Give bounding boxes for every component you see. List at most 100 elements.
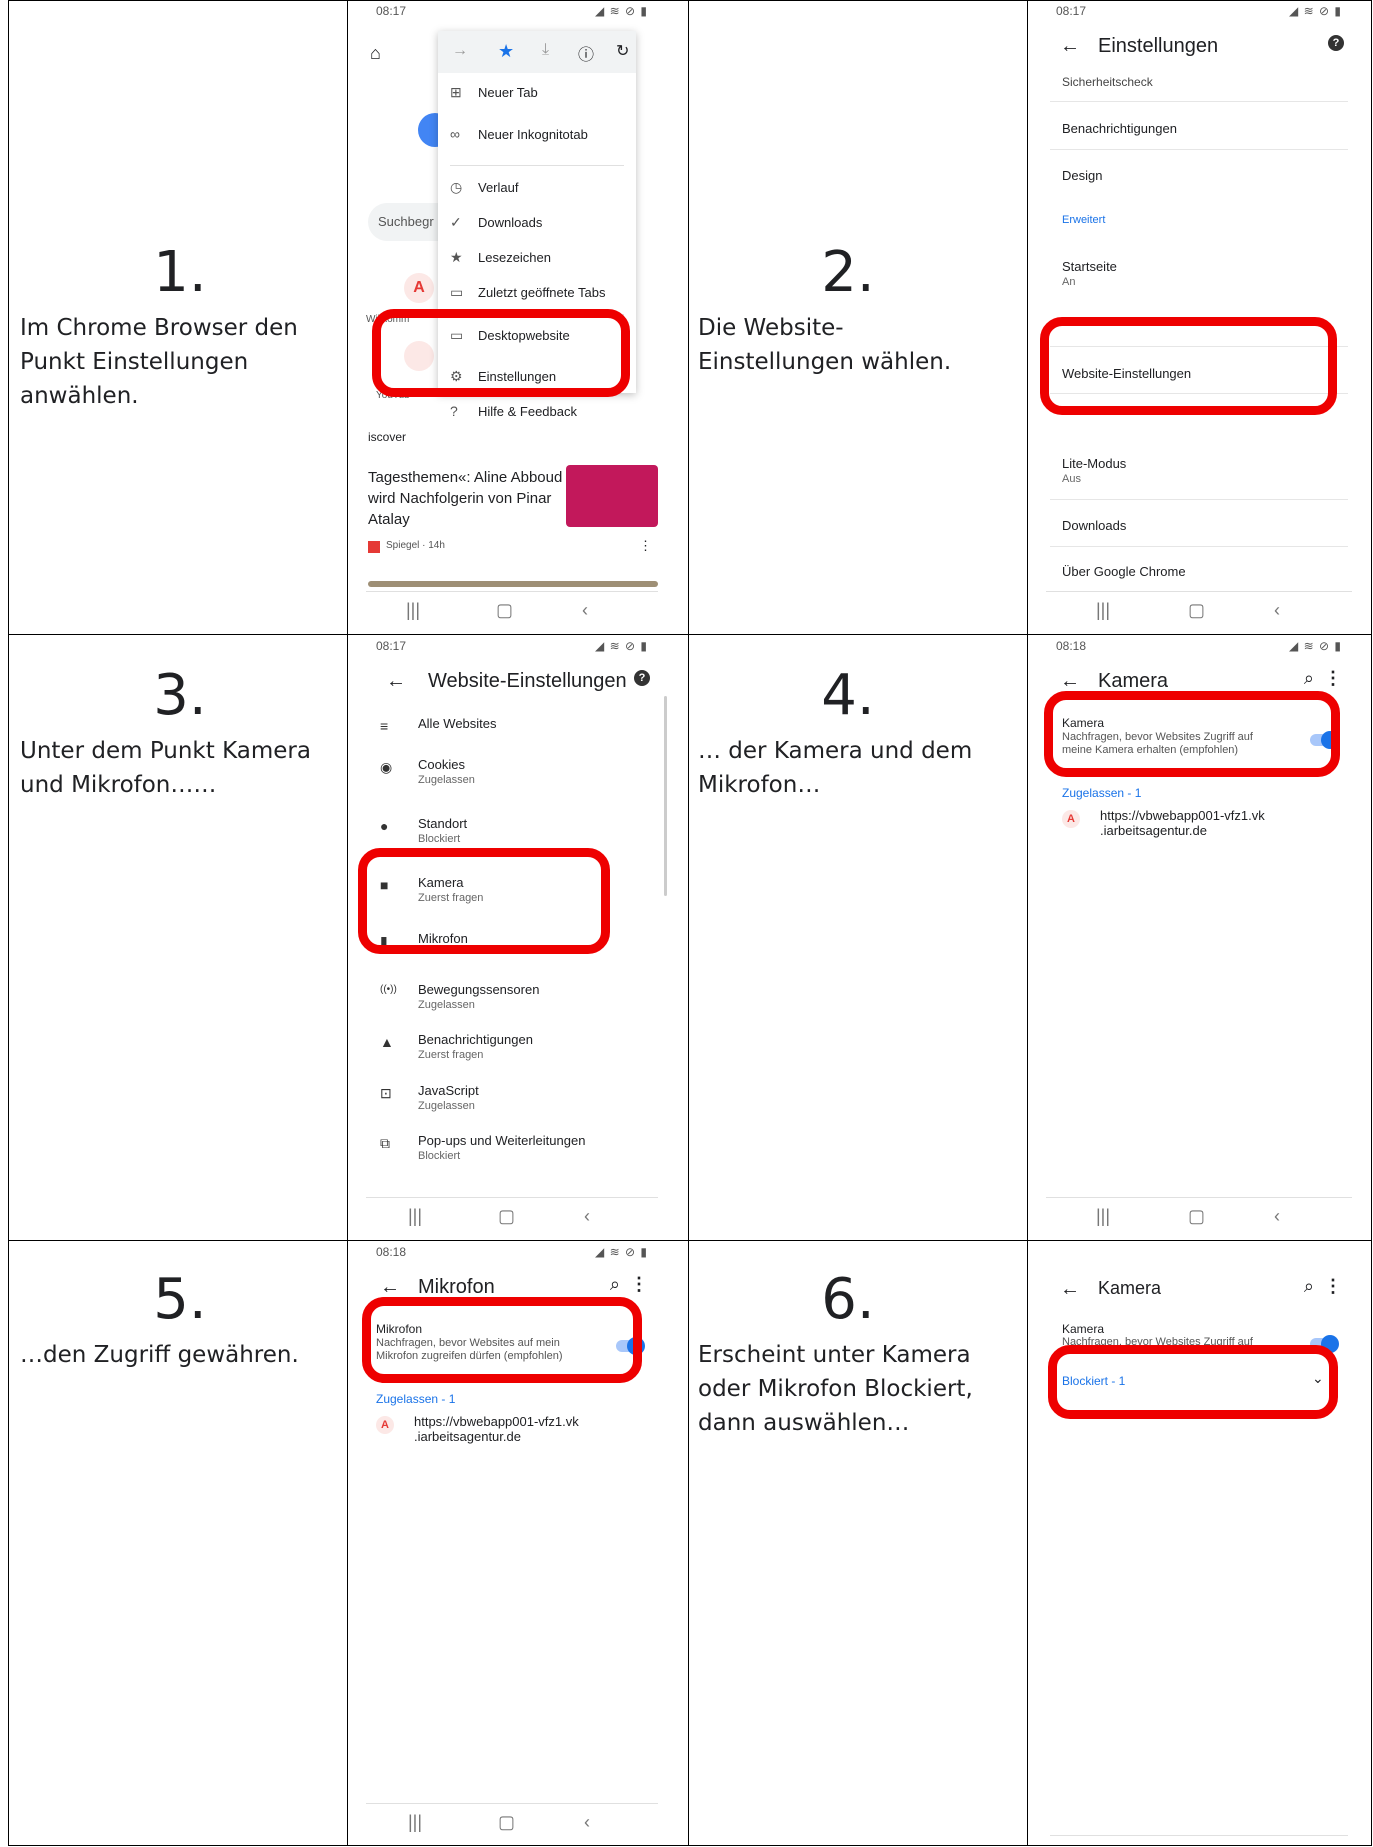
menu-item-recent-tabs[interactable]: ▭ Zuletzt geöffnete Tabs xyxy=(450,284,605,301)
step-description: Erscheint unter Kamera oder Mikrofon Blo… xyxy=(698,1342,973,1436)
android-nav-bar: ||| ▢ ‹ xyxy=(366,1803,658,1844)
site-url[interactable]: https://vbwebapp001-vfz1.vk .iarbeitsage… xyxy=(414,1414,634,1444)
status-bar: 08:17 ◢ ≋ ⊘ ▮ xyxy=(376,4,648,18)
help-icon: ? xyxy=(450,403,458,419)
step-description: … der Kamera und dem Mikrofon… xyxy=(698,738,973,798)
settings-item-lite-mode[interactable]: Lite-Modus Aus xyxy=(1062,456,1126,485)
javascript-icon: ⊡ xyxy=(380,1085,392,1101)
page-title: Website-Einstellungen xyxy=(428,670,627,692)
settings-item-cut[interactable]: Sicherheitscheck xyxy=(1062,75,1153,89)
back-arrow-icon[interactable]: ← xyxy=(380,1276,400,1299)
back-icon[interactable]: ‹ xyxy=(1274,1206,1280,1227)
highlight-box xyxy=(358,848,610,954)
list-icon: ≡ xyxy=(380,718,389,734)
menu-item-new-tab[interactable]: ⊞ Neuer Tab xyxy=(450,84,538,101)
step-5: 5. …den Zugriff gewähren. xyxy=(20,1272,340,1372)
back-arrow-icon[interactable]: ← xyxy=(1060,670,1080,693)
highlight-box xyxy=(1048,1345,1338,1419)
star-icon[interactable]: ★ xyxy=(498,41,514,62)
home-button-icon[interactable]: ▢ xyxy=(1188,600,1205,621)
recents-icon[interactable]: ||| xyxy=(406,600,420,621)
news-title[interactable]: Tagesthemen«: Aline Abboud wird Nachfolg… xyxy=(368,467,568,530)
screenshot-camera-blocked: ← Kamera ⌕ ⋮ Kamera Nachfragen, bevor We… xyxy=(1028,1242,1370,1844)
home-button-icon[interactable]: ▢ xyxy=(498,1206,515,1227)
help-icon[interactable]: ? xyxy=(1328,35,1344,51)
site-url[interactable]: https://vbwebapp001-vfz1.vk .iarbeitsage… xyxy=(1100,808,1320,838)
forward-icon[interactable]: → xyxy=(452,42,468,60)
scrollbar[interactable] xyxy=(664,696,667,896)
step-description: Im Chrome Browser den Punkt Einstellunge… xyxy=(20,315,298,409)
menu-toolbar: → ★ ⤓ ⓘ ↻ xyxy=(438,31,636,73)
recents-icon[interactable]: ||| xyxy=(1096,1206,1110,1227)
step-1: 1. Im Chrome Browser den Punkt Einstellu… xyxy=(20,245,340,413)
android-nav-bar: ||| ▢ ‹ xyxy=(366,1197,658,1238)
back-arrow-icon[interactable]: ← xyxy=(1060,35,1080,58)
back-icon[interactable]: ‹ xyxy=(584,1206,590,1227)
step-number: 1. xyxy=(153,240,207,305)
recents-icon[interactable]: ||| xyxy=(1096,600,1110,621)
popup-icon: ⧉ xyxy=(380,1135,390,1151)
agentur-icon[interactable]: A xyxy=(404,273,434,303)
menu-item-downloads[interactable]: ✓ Downloads xyxy=(450,214,542,231)
highlight-box xyxy=(1040,317,1337,415)
news-image-cut xyxy=(368,581,658,587)
more-vert-icon[interactable]: ⋮ xyxy=(1324,1276,1342,1297)
highlight-box xyxy=(372,309,630,397)
more-vert-icon[interactable]: ⋮ xyxy=(630,1274,648,1295)
back-arrow-icon[interactable]: ← xyxy=(386,670,406,693)
info-icon[interactable]: ⓘ xyxy=(578,41,594,65)
home-icon[interactable]: ⌂ xyxy=(370,43,381,64)
section-header[interactable]: Zugelassen - 1 xyxy=(1062,786,1141,800)
settings-item-downloads[interactable]: Downloads xyxy=(1062,518,1126,533)
back-arrow-icon[interactable]: ← xyxy=(1060,1278,1080,1301)
step-description: Unter dem Punkt Kamera und Mikrofon…… xyxy=(20,738,311,798)
android-nav-bar: ||| ▢ ‹ xyxy=(366,591,658,632)
search-icon[interactable]: ⌕ xyxy=(610,1274,620,1295)
status-bar: 08:17 ◢ ≋ ⊘ ▮ xyxy=(376,639,648,653)
menu-item-history[interactable]: ◷ Verlauf xyxy=(450,179,518,196)
recents-icon[interactable]: ||| xyxy=(408,1812,422,1833)
help-icon[interactable]: ? xyxy=(634,670,650,686)
menu-item-bookmarks[interactable]: ★ Lesezeichen xyxy=(450,249,551,266)
step-number: 4. xyxy=(821,663,875,728)
more-vert-icon[interactable]: ⋮ xyxy=(639,538,652,554)
reload-icon[interactable]: ↻ xyxy=(616,41,629,61)
download-icon[interactable]: ⤓ xyxy=(542,41,549,59)
highlight-box xyxy=(1044,691,1340,777)
page-title: Einstellungen xyxy=(1098,35,1219,57)
incognito-icon: ∞ xyxy=(450,126,460,142)
step-description: …den Zugriff gewähren. xyxy=(20,1342,299,1368)
location-icon: ● xyxy=(380,818,389,834)
settings-item-design[interactable]: Design xyxy=(1062,168,1102,183)
menu-item-help[interactable]: ? Hilfe & Feedback xyxy=(450,403,577,419)
settings-item-notifications[interactable]: Benachrichtigungen xyxy=(1062,121,1177,136)
app-bar: ← Website-Einstellungen ? xyxy=(348,656,676,706)
step-2: 2. Die Website-Einstellungen wählen. xyxy=(698,245,998,379)
search-icon[interactable]: ⌕ xyxy=(1304,1276,1314,1297)
settings-item-about[interactable]: Über Google Chrome xyxy=(1062,564,1186,579)
status-bar: 08:18 ◢ ≋ ⊘ ▮ xyxy=(376,1245,648,1259)
download-check-icon: ✓ xyxy=(450,214,462,230)
screenshot-camera: 08:18 ◢ ≋ ⊘ ▮ ← Kamera ⌕ ⋮ Kamera Nachfra… xyxy=(1028,636,1370,1238)
sensor-icon: ((•)) xyxy=(380,984,397,995)
news-image[interactable] xyxy=(566,465,658,527)
back-icon[interactable]: ‹ xyxy=(582,600,588,621)
section-header[interactable]: Zugelassen - 1 xyxy=(376,1392,455,1406)
android-nav-bar: ||| ▢ ‹ xyxy=(1046,1197,1352,1238)
step-description: Die Website-Einstellungen wählen. xyxy=(698,315,952,375)
home-button-icon[interactable]: ▢ xyxy=(498,1812,515,1833)
search-icon[interactable]: ⌕ xyxy=(1304,668,1314,689)
home-button-icon[interactable]: ▢ xyxy=(496,600,513,621)
more-vert-icon[interactable]: ⋮ xyxy=(1324,668,1342,689)
settings-item-homepage[interactable]: Startseite An xyxy=(1062,259,1117,288)
recents-icon[interactable]: ||| xyxy=(408,1206,422,1227)
home-button-icon[interactable]: ▢ xyxy=(1188,1206,1205,1227)
step-number: 5. xyxy=(153,1267,207,1332)
screenshot-chrome-menu: 08:17 ◢ ≋ ⊘ ▮ ⌂ Suchbegr A Willkomm YouTu… xyxy=(348,1,676,632)
back-icon[interactable]: ‹ xyxy=(584,1812,590,1833)
section-header: Erweitert xyxy=(1062,214,1106,226)
devices-icon: ▭ xyxy=(450,284,464,300)
menu-item-incognito[interactable]: ∞ Neuer Inkognitotab xyxy=(450,126,588,142)
back-icon[interactable]: ‹ xyxy=(1274,600,1280,621)
app-bar: ← Einstellungen ? xyxy=(1028,21,1370,71)
